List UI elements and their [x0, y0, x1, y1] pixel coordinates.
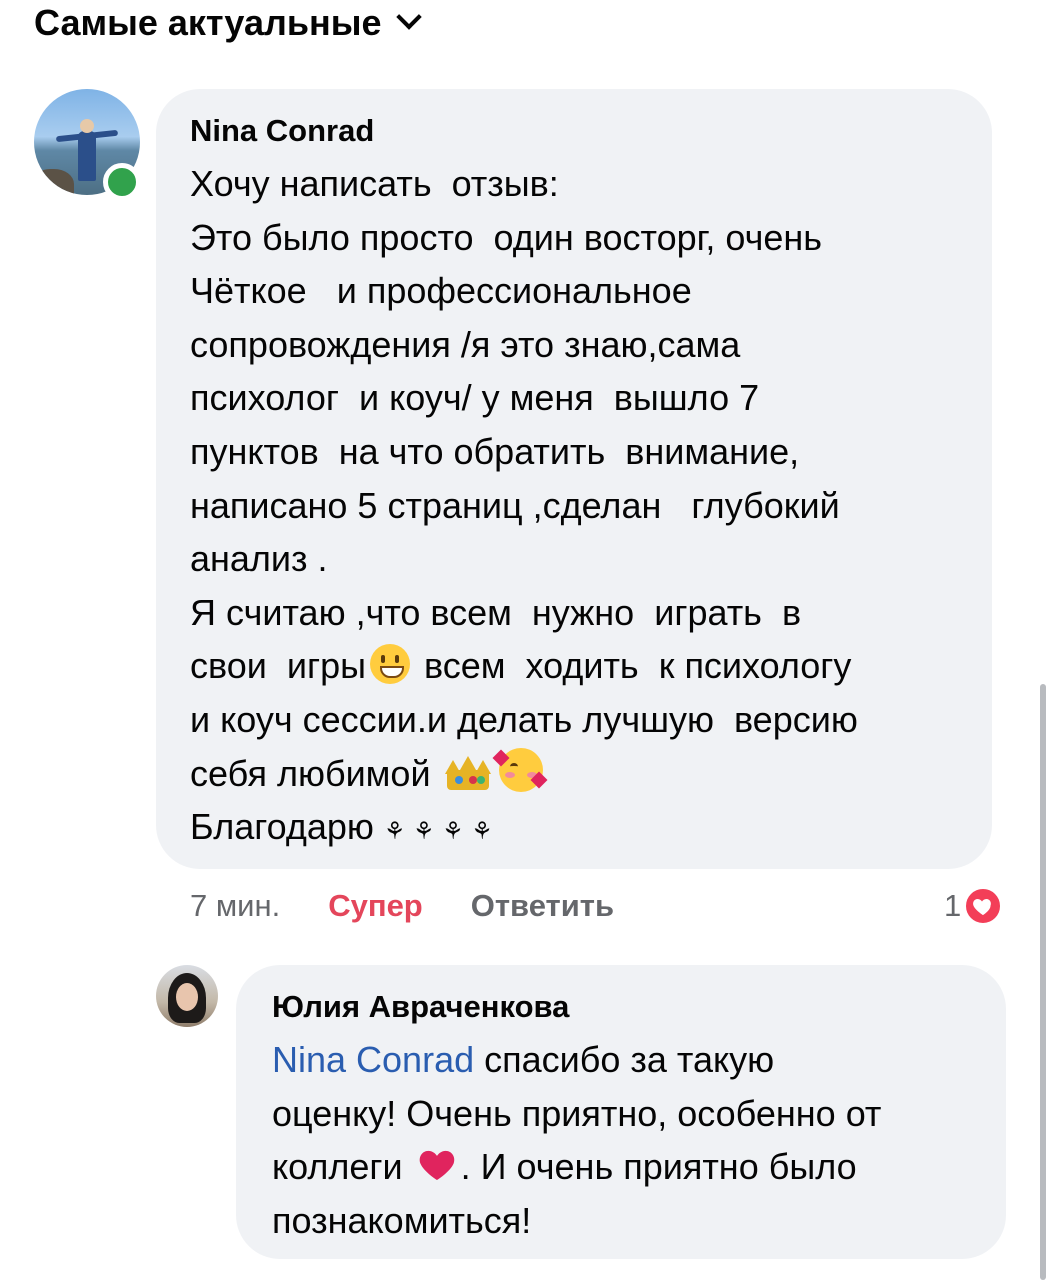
flower-symbols: ⚘ ⚘ ⚘ ⚘: [383, 817, 493, 846]
comment-line: пунктов на что обратить внимание,: [190, 430, 800, 472]
smiling-face-with-hearts-emoji: [492, 747, 548, 792]
comment-line-text: свои игры: [190, 645, 366, 687]
reply-line: познакомиться!: [272, 1199, 532, 1241]
scrollbar[interactable]: [1040, 684, 1046, 1280]
comment-line-text: Благодарю: [190, 806, 384, 848]
reply-button[interactable]: Ответить: [471, 888, 614, 924]
reaction-summary[interactable]: 1: [944, 884, 1004, 928]
comment-text: Хочу написать отзыв: Это было просто оди…: [190, 157, 958, 859]
comment-line-text: всем ходить к психологу: [414, 645, 852, 687]
comment-line-text: себя любимой: [190, 752, 441, 794]
reply-line-text: спасибо за такую: [474, 1039, 775, 1080]
react-button[interactable]: Супер: [328, 888, 423, 924]
comment-line: анализ .: [190, 538, 328, 580]
comment-line: написано 5 страниц ,сделан глубокий: [190, 484, 840, 526]
comment-line: свои игры всем ходить к психологу: [190, 639, 958, 693]
comment-line: Чёткое и профессиональное: [190, 270, 692, 312]
comment-line: себя любимой: [190, 747, 958, 801]
reply-bubble: Юлия Авраченкова Nina Conrad спасибо за …: [236, 965, 1006, 1259]
comment-bubble: Nina Conrad Хочу написать отзыв: Это был…: [156, 89, 992, 869]
reply-line-text: коллеги: [272, 1146, 413, 1188]
comment-time[interactable]: 7 мин.: [190, 888, 280, 924]
online-status-indicator: [103, 163, 141, 201]
comment-line: и коуч сессии.и делать лучшую версию: [190, 698, 858, 740]
sort-label: Самые актуальные: [34, 2, 382, 43]
reply-line: оценку! Очень приятно, особенно от: [272, 1092, 882, 1134]
mention-link[interactable]: Nina Conrad: [272, 1039, 474, 1080]
reply-avatar[interactable]: [156, 965, 218, 1027]
comment-actions: 7 мин. Супер Ответить: [190, 884, 614, 928]
reply-line-text: . И очень приятно было: [460, 1146, 857, 1188]
reply-line: Nina Conrad спасибо за такую: [272, 1033, 970, 1087]
comment-author[interactable]: Nina Conrad: [190, 113, 374, 149]
comment-line: психолог и коуч/ у меня вышло 7: [190, 377, 760, 419]
love-reaction-icon: [963, 886, 1004, 926]
comment-line: Это было просто один восторг, очень: [190, 216, 823, 258]
comment-line: Хочу написать отзыв:: [190, 163, 559, 204]
sort-dropdown[interactable]: Самые актуальные: [34, 2, 422, 44]
reply-author[interactable]: Юлия Авраченкова: [272, 989, 569, 1025]
grinning-face-emoji: [370, 644, 410, 685]
crown-emoji: [444, 755, 491, 792]
reply-line: коллеги . И очень приятно было: [272, 1140, 970, 1194]
comment-line: сопровождения /я это знаю,сама: [190, 323, 741, 365]
comment-line: Я считаю ,что всем нужно играть в: [190, 591, 802, 633]
reaction-count: 1: [944, 888, 962, 923]
reply-text: Nina Conrad спасибо за такую оценку! Оче…: [272, 1033, 970, 1247]
red-heart-emoji: [417, 1145, 457, 1185]
comment-line: Благодарю ⚘ ⚘ ⚘ ⚘: [190, 800, 958, 859]
chevron-down-icon: [395, 4, 422, 30]
